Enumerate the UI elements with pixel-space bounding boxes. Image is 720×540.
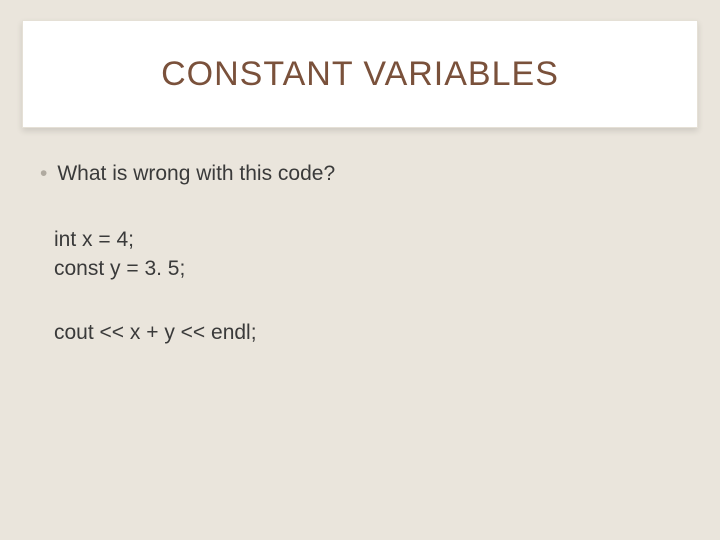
title-container: CONSTANT VARIABLES (22, 20, 698, 128)
code-line: int x = 4; (54, 226, 680, 254)
bullet-marker: • (40, 160, 47, 188)
bullet-text: What is wrong with this code? (57, 160, 335, 188)
bullet-item: • What is wrong with this code? (40, 160, 680, 188)
slide-content: • What is wrong with this code? int x = … (40, 160, 680, 383)
code-line: const y = 3. 5; (54, 255, 680, 283)
code-block-1: int x = 4; const y = 3. 5; (54, 226, 680, 283)
code-block-2: cout << x + y << endl; (54, 319, 680, 347)
code-line: cout << x + y << endl; (54, 319, 680, 347)
slide-title: CONSTANT VARIABLES (161, 55, 559, 94)
